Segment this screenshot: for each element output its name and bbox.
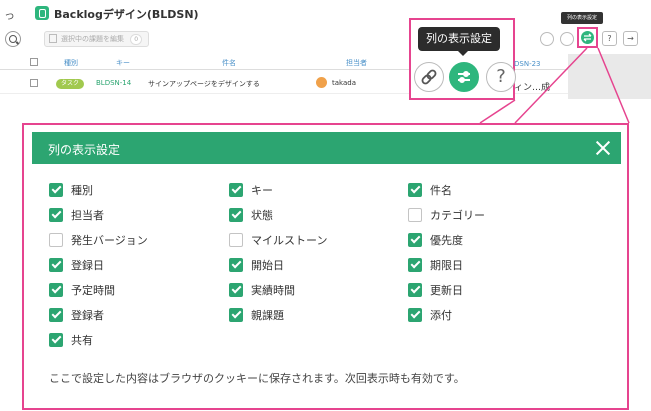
column-option-label: 件名 bbox=[430, 184, 452, 197]
checkbox-icon[interactable] bbox=[408, 308, 422, 322]
dialog-title: 列の表示設定 bbox=[48, 143, 121, 157]
column-option[interactable]: 種別 bbox=[49, 182, 93, 198]
checkbox-icon[interactable] bbox=[229, 208, 243, 222]
column-option[interactable]: キー bbox=[229, 182, 273, 198]
checkbox-icon[interactable] bbox=[229, 258, 243, 272]
column-option[interactable]: 発生バージョン bbox=[49, 232, 148, 248]
column-option-label: 添付 bbox=[430, 309, 452, 322]
checkbox-icon[interactable] bbox=[49, 183, 63, 197]
column-option[interactable]: 親課題 bbox=[229, 307, 284, 323]
checkbox-icon[interactable] bbox=[49, 283, 63, 297]
column-option-label: 登録者 bbox=[71, 309, 104, 322]
column-option-label: 更新日 bbox=[430, 284, 463, 297]
dialog-note: ここで設定した内容はブラウザのクッキーに保存されます。次回表示時も有効です。 bbox=[49, 372, 465, 385]
dialog-header: 列の表示設定 bbox=[32, 132, 621, 164]
column-option-label: 共有 bbox=[71, 334, 93, 347]
checkbox-icon[interactable] bbox=[49, 233, 63, 247]
column-option-label: 種別 bbox=[71, 184, 93, 197]
column-option[interactable]: 開始日 bbox=[229, 257, 284, 273]
column-option-label: 担当者 bbox=[71, 209, 104, 222]
column-option-label: 発生バージョン bbox=[71, 234, 148, 247]
column-option-label: 実績時間 bbox=[251, 284, 295, 297]
column-option-label: カテゴリー bbox=[430, 209, 485, 222]
column-settings-dialog: 列の表示設定 種別 キー 件名担当者 状態 カテゴリー発生バージョン マイルストーン 優先度… bbox=[22, 123, 629, 410]
column-option[interactable]: 優先度 bbox=[408, 232, 463, 248]
checkbox-icon[interactable] bbox=[49, 208, 63, 222]
column-option-label: 期限日 bbox=[430, 259, 463, 272]
column-option[interactable]: 状態 bbox=[229, 207, 273, 223]
column-option-label: 親課題 bbox=[251, 309, 284, 322]
column-option-label: キー bbox=[251, 184, 273, 197]
column-option[interactable]: 登録者 bbox=[49, 307, 104, 323]
column-option[interactable]: 予定時間 bbox=[49, 282, 115, 298]
column-option[interactable]: マイルストーン bbox=[229, 232, 327, 248]
column-option[interactable]: 担当者 bbox=[49, 207, 104, 223]
checkbox-icon[interactable] bbox=[49, 333, 63, 347]
checkbox-icon[interactable] bbox=[229, 183, 243, 197]
column-option[interactable]: 期限日 bbox=[408, 257, 463, 273]
column-option[interactable]: 更新日 bbox=[408, 282, 463, 298]
column-option-label: マイルストーン bbox=[251, 234, 328, 247]
column-option-label: 開始日 bbox=[251, 259, 284, 272]
checkbox-icon[interactable] bbox=[408, 183, 422, 197]
checkbox-icon[interactable] bbox=[408, 208, 422, 222]
checkbox-icon[interactable] bbox=[229, 233, 243, 247]
checkbox-icon[interactable] bbox=[408, 233, 422, 247]
column-option[interactable]: 実績時間 bbox=[229, 282, 295, 298]
column-option-label: 優先度 bbox=[430, 234, 463, 247]
column-option-label: 状態 bbox=[251, 209, 273, 222]
checkbox-icon[interactable] bbox=[229, 308, 243, 322]
close-icon[interactable] bbox=[593, 138, 613, 158]
checkbox-icon[interactable] bbox=[229, 283, 243, 297]
column-option[interactable]: カテゴリー bbox=[408, 207, 485, 223]
checkbox-icon[interactable] bbox=[408, 258, 422, 272]
column-option-label: 予定時間 bbox=[71, 284, 115, 297]
column-option-label: 登録日 bbox=[71, 259, 104, 272]
checkbox-icon[interactable] bbox=[49, 258, 63, 272]
column-option[interactable]: 共有 bbox=[49, 332, 93, 348]
checkbox-icon[interactable] bbox=[49, 308, 63, 322]
column-option[interactable]: 登録日 bbox=[49, 257, 104, 273]
column-option[interactable]: 添付 bbox=[408, 307, 452, 323]
column-option[interactable]: 件名 bbox=[408, 182, 452, 198]
checkbox-icon[interactable] bbox=[408, 283, 422, 297]
